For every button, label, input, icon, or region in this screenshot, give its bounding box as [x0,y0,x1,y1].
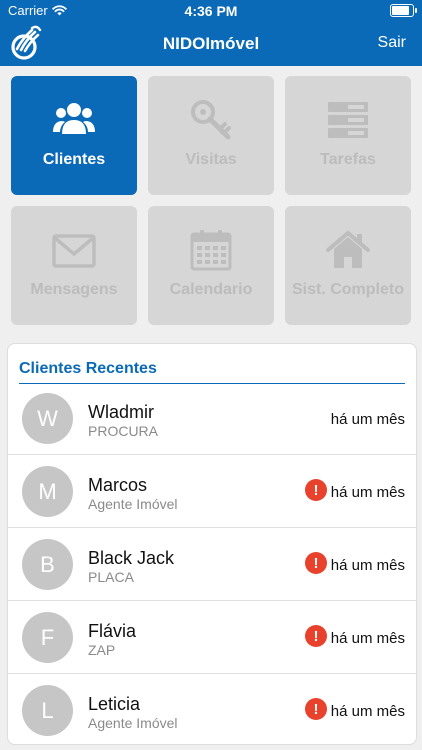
client-source: Agente Imóvel [88,715,178,731]
avatar: M [22,466,73,517]
top-bar: Carrier 4:36 PM NIDOImóvel Sair [0,0,422,66]
section-title: Clientes Recentes [19,360,405,384]
battery-icon [390,4,417,17]
list-item[interactable]: B Black Jack PLACA ! há um mês [8,528,416,601]
tile-sistema-completo[interactable]: Sist. Completo [285,206,411,325]
tile-clientes[interactable]: Clientes [11,76,137,195]
logout-button[interactable]: Sair [378,34,406,52]
client-time: há um mês [330,411,405,428]
client-name: Wladmir [88,402,154,422]
client-name: Black Jack [88,548,175,568]
recent-clients-card: Clientes Recentes W Wladmir PROCURA há u… [7,343,417,745]
avatar: F [22,612,73,663]
client-source: ZAP [88,642,116,658]
client-time: há um mês [330,484,405,501]
list-item[interactable]: F Flávia ZAP ! há um mês [8,601,416,674]
alert-icon: ! [305,625,327,647]
client-source: PROCURA [88,423,159,439]
alert-icon: ! [305,552,327,574]
client-source: Agente Imóvel [88,496,178,512]
tile-tarefas[interactable]: Tarefas [285,76,411,195]
home-icon [326,230,370,268]
client-name: Leticia [88,694,141,714]
avatar: B [22,539,73,590]
tile-label: Tarefas [320,151,376,168]
app-screen: Carrier 4:36 PM NIDOImóvel Sair Clientes… [0,0,422,750]
tile-label: Sist. Completo [291,281,404,298]
server-list-icon [328,102,368,138]
page-title: NIDOImóvel [162,34,260,53]
users-icon [53,103,95,134]
tile-label: Clientes [42,151,106,168]
avatar: W [22,393,73,444]
clients-list: W Wladmir PROCURA há um mês M Marcos Age… [8,382,416,744]
tile-mensagens[interactable]: Mensagens [11,206,137,325]
calendar-icon [190,230,232,271]
tile-label: Mensagens [30,281,118,298]
tile-calendario[interactable]: Calendario [148,206,274,325]
envelope-icon [52,234,96,268]
menu-grid: Clientes Visitas Tarefas Mensagens Calen… [11,76,411,325]
tile-label: Visitas [185,151,237,168]
alert-icon: ! [305,479,327,501]
client-time: há um mês [330,630,405,647]
tile-visitas[interactable]: Visitas [148,76,274,195]
list-item[interactable]: M Marcos Agente Imóvel ! há um mês [8,455,416,528]
client-name: Marcos [88,475,148,495]
client-name: Flávia [88,621,137,641]
status-time: 4:36 PM [184,3,238,19]
key-icon [191,100,231,140]
client-source: PLACA [88,569,134,585]
nav-bar: NIDOImóvel Sair [0,22,422,66]
client-time: há um mês [330,703,405,720]
list-item[interactable]: L Leticia Agente Imóvel ! há um mês [8,674,416,744]
client-time: há um mês [330,557,405,574]
tile-label: Calendario [169,281,253,298]
list-item[interactable]: W Wladmir PROCURA há um mês [8,382,416,455]
alert-icon: ! [305,698,327,720]
status-bar: Carrier 4:36 PM [0,0,422,22]
avatar: L [22,685,73,736]
